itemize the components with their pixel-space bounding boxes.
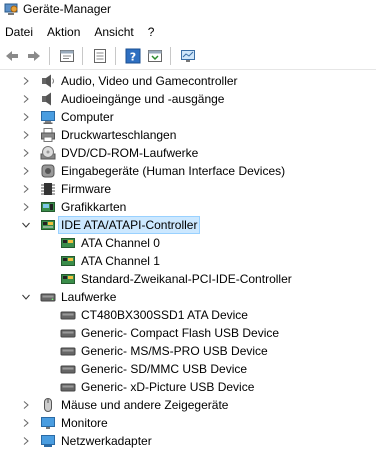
tree-item-drives[interactable]: Laufwerke bbox=[0, 288, 376, 306]
computer-icon bbox=[40, 109, 56, 125]
tree-item-label: Audioeingänge und -ausgänge bbox=[61, 92, 225, 106]
disc-drive-icon bbox=[40, 145, 56, 161]
toolbar-separator bbox=[49, 47, 50, 65]
tree-item-hid[interactable]: Eingabegeräte (Human Interface Devices) bbox=[0, 162, 376, 180]
toolbar: ? bbox=[0, 43, 376, 70]
tree-item-label: Grafikkarten bbox=[61, 200, 127, 214]
tree-item-label: Computer bbox=[61, 110, 114, 124]
svg-text:?: ? bbox=[130, 51, 136, 64]
tree-item-label: Generic- Compact Flash USB Device bbox=[81, 326, 280, 340]
tree-item-label: Monitore bbox=[61, 416, 108, 430]
tree-item-ata-channel-1[interactable]: ATA Channel 1 bbox=[0, 252, 376, 270]
menu-aktion[interactable]: Aktion bbox=[40, 25, 87, 39]
menu-datei[interactable]: Datei bbox=[0, 25, 40, 39]
tree-item-label: Generic- xD-Picture USB Device bbox=[81, 380, 255, 394]
ide-controller-icon bbox=[40, 217, 56, 233]
chevron-right-icon[interactable] bbox=[20, 72, 32, 90]
device-tree: Audio, Video und Gamecontroller Audioein… bbox=[0, 72, 376, 450]
tree-item-label: Generic- MS/MS-PRO USB Device bbox=[81, 344, 268, 358]
tree-item-label: Netzwerkadapter bbox=[61, 434, 152, 448]
window-title: Geräte-Manager bbox=[23, 2, 112, 16]
menu-help[interactable]: ? bbox=[141, 25, 162, 39]
title-bar: Geräte-Manager bbox=[0, 0, 376, 18]
monitor-icon[interactable] bbox=[178, 46, 198, 66]
speaker-icon bbox=[40, 91, 56, 107]
chevron-right-icon[interactable] bbox=[20, 432, 32, 450]
chevron-right-icon[interactable] bbox=[20, 162, 32, 180]
back-icon[interactable] bbox=[2, 46, 22, 66]
tree-item-ata-channel-0[interactable]: ATA Channel 0 bbox=[0, 234, 376, 252]
tree-item-network[interactable]: Netzwerkadapter bbox=[0, 432, 376, 450]
graphics-card-icon bbox=[40, 199, 56, 215]
ide-controller-icon bbox=[60, 271, 76, 287]
tree-item-ide[interactable]: IDE ATA/ATAPI-Controller bbox=[0, 216, 376, 234]
tree-item-label: DVD/CD-ROM-Laufwerke bbox=[61, 146, 199, 160]
properties-icon[interactable] bbox=[57, 46, 77, 66]
tree-item-drive-sd[interactable]: Generic- SD/MMC USB Device bbox=[0, 360, 376, 378]
scan-icon[interactable] bbox=[145, 46, 165, 66]
ide-controller-icon bbox=[60, 235, 76, 251]
tree-item-label: Audio, Video und Gamecontroller bbox=[61, 74, 238, 88]
tree-item-audio[interactable]: Audio, Video und Gamecontroller bbox=[0, 72, 376, 90]
device-manager-icon bbox=[4, 2, 18, 16]
toolbar-separator bbox=[170, 47, 171, 65]
tree-item-label: ATA Channel 1 bbox=[81, 254, 160, 268]
list-icon[interactable] bbox=[90, 46, 110, 66]
tree-item-computer[interactable]: Computer bbox=[0, 108, 376, 126]
tree-item-drive-cf[interactable]: Generic- Compact Flash USB Device bbox=[0, 324, 376, 342]
tree-item-label: Druckwarteschlangen bbox=[61, 128, 177, 142]
drive-icon bbox=[60, 361, 76, 377]
network-adapter-icon bbox=[40, 433, 56, 449]
tree-item-label: Standard-Zweikanal-PCI-IDE-Controller bbox=[81, 272, 292, 286]
tree-item-label: Firmware bbox=[61, 182, 111, 196]
tree-item-pci-ide-controller[interactable]: Standard-Zweikanal-PCI-IDE-Controller bbox=[0, 270, 376, 288]
tree-item-drive-xd[interactable]: Generic- xD-Picture USB Device bbox=[0, 378, 376, 396]
chevron-down-icon[interactable] bbox=[20, 288, 32, 306]
drive-icon bbox=[60, 343, 76, 359]
tree-item-mice[interactable]: Mäuse und andere Zeigegeräte bbox=[0, 396, 376, 414]
forward-icon[interactable] bbox=[24, 46, 44, 66]
tree-item-label: CT480BX300SSD1 ATA Device bbox=[81, 308, 248, 322]
toolbar-separator bbox=[82, 47, 83, 65]
ide-controller-icon bbox=[60, 253, 76, 269]
chevron-right-icon[interactable] bbox=[20, 126, 32, 144]
chevron-right-icon[interactable] bbox=[20, 396, 32, 414]
monitor-icon bbox=[40, 415, 56, 431]
tree-item-firmware[interactable]: Firmware bbox=[0, 180, 376, 198]
drive-icon bbox=[60, 325, 76, 341]
toolbar-separator bbox=[115, 47, 116, 65]
tree-item-drive-ssd[interactable]: CT480BX300SSD1 ATA Device bbox=[0, 306, 376, 324]
chevron-down-icon[interactable] bbox=[20, 216, 32, 234]
tree-item-label: Laufwerke bbox=[61, 290, 117, 304]
drive-icon bbox=[60, 379, 76, 395]
tree-item-label: IDE ATA/ATAPI-Controller bbox=[61, 218, 198, 232]
menu-ansicht[interactable]: Ansicht bbox=[87, 25, 140, 39]
menu-bar: Datei Aktion Ansicht ? bbox=[0, 22, 376, 42]
chevron-right-icon[interactable] bbox=[20, 414, 32, 432]
tree-item-monitors[interactable]: Monitore bbox=[0, 414, 376, 432]
drive-icon bbox=[40, 289, 56, 305]
tree-item-graphics[interactable]: Grafikkarten bbox=[0, 198, 376, 216]
chevron-right-icon[interactable] bbox=[20, 180, 32, 198]
printer-icon bbox=[40, 127, 56, 143]
tree-item-printqueues[interactable]: Druckwarteschlangen bbox=[0, 126, 376, 144]
tree-item-drive-ms[interactable]: Generic- MS/MS-PRO USB Device bbox=[0, 342, 376, 360]
mouse-icon bbox=[40, 397, 56, 413]
chip-icon bbox=[40, 181, 56, 197]
help-icon[interactable]: ? bbox=[123, 46, 143, 66]
tree-item-dvd[interactable]: DVD/CD-ROM-Laufwerke bbox=[0, 144, 376, 162]
hid-icon bbox=[40, 163, 56, 179]
tree-item-label: Eingabegeräte (Human Interface Devices) bbox=[61, 164, 286, 178]
tree-item-label: Mäuse und andere Zeigegeräte bbox=[61, 398, 229, 412]
chevron-right-icon[interactable] bbox=[20, 144, 32, 162]
tree-item-label: Generic- SD/MMC USB Device bbox=[81, 362, 248, 376]
chevron-right-icon[interactable] bbox=[20, 198, 32, 216]
chevron-right-icon[interactable] bbox=[20, 108, 32, 126]
drive-icon bbox=[60, 307, 76, 323]
speaker-icon bbox=[40, 73, 56, 89]
tree-item-label: ATA Channel 0 bbox=[81, 236, 160, 250]
tree-item-audio-io[interactable]: Audioeingänge und -ausgänge bbox=[0, 90, 376, 108]
chevron-right-icon[interactable] bbox=[20, 90, 32, 108]
